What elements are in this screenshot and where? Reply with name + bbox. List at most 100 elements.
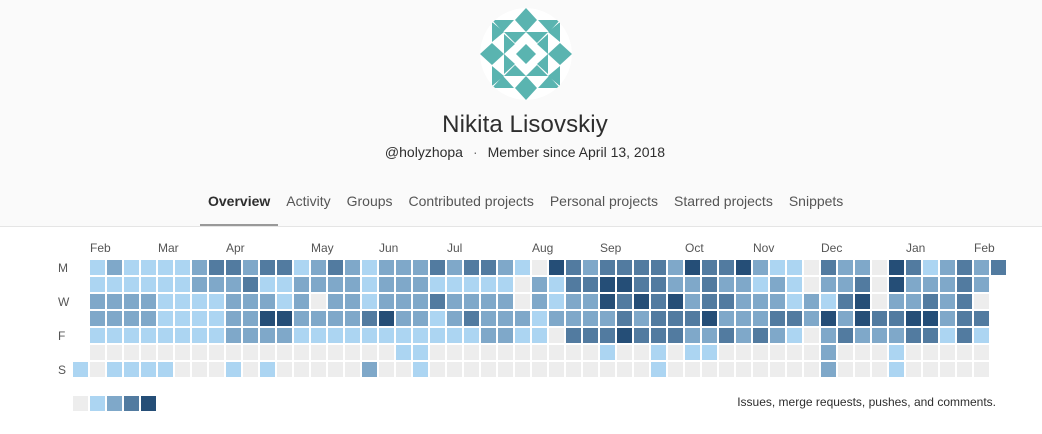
contribution-day[interactable]: [566, 345, 581, 360]
contribution-day[interactable]: [175, 345, 190, 360]
contribution-day[interactable]: [294, 311, 309, 326]
contribution-day[interactable]: [566, 260, 581, 275]
contribution-day[interactable]: [107, 311, 122, 326]
contribution-day[interactable]: [345, 277, 360, 292]
contribution-day[interactable]: [804, 260, 819, 275]
contribution-day[interactable]: [192, 277, 207, 292]
contribution-day[interactable]: [192, 362, 207, 377]
contribution-day[interactable]: [124, 294, 139, 309]
contribution-day[interactable]: [719, 362, 734, 377]
avatar[interactable]: [480, 8, 572, 100]
contribution-day[interactable]: [974, 311, 989, 326]
contribution-day[interactable]: [821, 311, 836, 326]
contribution-day[interactable]: [243, 362, 258, 377]
contribution-day[interactable]: [549, 260, 564, 275]
contribution-day[interactable]: [821, 328, 836, 343]
contribution-day[interactable]: [413, 328, 428, 343]
contribution-day[interactable]: [107, 345, 122, 360]
contribution-day[interactable]: [277, 277, 292, 292]
contribution-day[interactable]: [294, 328, 309, 343]
contribution-day[interactable]: [396, 328, 411, 343]
contribution-day[interactable]: [362, 362, 377, 377]
contribution-day[interactable]: [260, 260, 275, 275]
contribution-day[interactable]: [243, 345, 258, 360]
contribution-day[interactable]: [311, 328, 326, 343]
contribution-day[interactable]: [804, 277, 819, 292]
contribution-day[interactable]: [719, 277, 734, 292]
contribution-day[interactable]: [770, 362, 785, 377]
contribution-day[interactable]: [855, 294, 870, 309]
contribution-day[interactable]: [124, 362, 139, 377]
contribution-day[interactable]: [294, 277, 309, 292]
contribution-day[interactable]: [702, 345, 717, 360]
contribution-day[interactable]: [651, 328, 666, 343]
contribution-day[interactable]: [804, 311, 819, 326]
contribution-day[interactable]: [719, 311, 734, 326]
contribution-day[interactable]: [464, 277, 479, 292]
contribution-day[interactable]: [872, 277, 887, 292]
contribution-day[interactable]: [209, 294, 224, 309]
contribution-day[interactable]: [379, 311, 394, 326]
contribution-day[interactable]: [226, 311, 241, 326]
contribution-day[interactable]: [821, 277, 836, 292]
contribution-day[interactable]: [583, 311, 598, 326]
contribution-day[interactable]: [498, 328, 513, 343]
tab-groups[interactable]: Groups: [339, 180, 401, 226]
contribution-day[interactable]: [311, 277, 326, 292]
contribution-day[interactable]: [379, 328, 394, 343]
contribution-day[interactable]: [600, 311, 615, 326]
contribution-day[interactable]: [736, 311, 751, 326]
contribution-day[interactable]: [804, 328, 819, 343]
contribution-day[interactable]: [600, 362, 615, 377]
contribution-day[interactable]: [277, 362, 292, 377]
contribution-day[interactable]: [634, 328, 649, 343]
contribution-day[interactable]: [889, 311, 904, 326]
contribution-day[interactable]: [158, 277, 173, 292]
contribution-day[interactable]: [362, 294, 377, 309]
contribution-day[interactable]: [141, 362, 156, 377]
contribution-day[interactable]: [549, 345, 564, 360]
contribution-day[interactable]: [362, 277, 377, 292]
contribution-day[interactable]: [600, 328, 615, 343]
contribution-day[interactable]: [192, 260, 207, 275]
contribution-day[interactable]: [906, 345, 921, 360]
contribution-day[interactable]: [243, 294, 258, 309]
contribution-day[interactable]: [158, 362, 173, 377]
contribution-day[interactable]: [974, 362, 989, 377]
contribution-day[interactable]: [787, 294, 802, 309]
contribution-day[interactable]: [226, 345, 241, 360]
contribution-day[interactable]: [464, 328, 479, 343]
contribution-day[interactable]: [345, 311, 360, 326]
contribution-day[interactable]: [396, 260, 411, 275]
contribution-day[interactable]: [107, 277, 122, 292]
contribution-day[interactable]: [736, 362, 751, 377]
contribution-day[interactable]: [447, 328, 462, 343]
contribution-day[interactable]: [226, 328, 241, 343]
contribution-day[interactable]: [532, 311, 547, 326]
contribution-day[interactable]: [889, 277, 904, 292]
contribution-day[interactable]: [345, 345, 360, 360]
contribution-day[interactable]: [549, 294, 564, 309]
contribution-day[interactable]: [277, 345, 292, 360]
contribution-day[interactable]: [821, 260, 836, 275]
contribution-day[interactable]: [447, 294, 462, 309]
contribution-day[interactable]: [192, 328, 207, 343]
contribution-day[interactable]: [702, 294, 717, 309]
contribution-day[interactable]: [753, 260, 768, 275]
contribution-day[interactable]: [906, 260, 921, 275]
contribution-day[interactable]: [940, 362, 955, 377]
contribution-day[interactable]: [940, 294, 955, 309]
contribution-day[interactable]: [413, 362, 428, 377]
contribution-day[interactable]: [175, 362, 190, 377]
contribution-day[interactable]: [277, 311, 292, 326]
contribution-day[interactable]: [702, 260, 717, 275]
contribution-day[interactable]: [889, 294, 904, 309]
tab-personal-projects[interactable]: Personal projects: [542, 180, 666, 226]
contribution-day[interactable]: [328, 260, 343, 275]
contribution-day[interactable]: [872, 328, 887, 343]
contribution-day[interactable]: [617, 260, 632, 275]
contribution-day[interactable]: [855, 328, 870, 343]
contribution-day[interactable]: [957, 277, 972, 292]
contribution-day[interactable]: [583, 294, 598, 309]
contribution-day[interactable]: [107, 362, 122, 377]
